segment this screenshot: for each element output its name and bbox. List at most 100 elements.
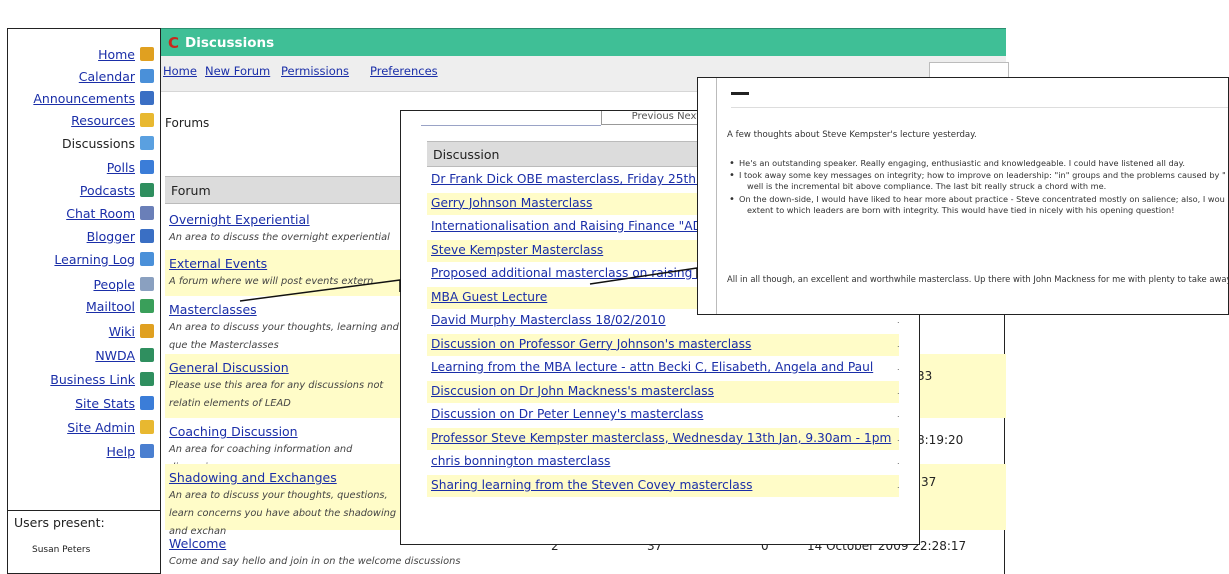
post-author-mark — [731, 92, 749, 95]
discussion-title-link[interactable]: Disccusion on Dr John Mackness's masterc… — [431, 384, 714, 398]
bar-chart-icon — [140, 160, 154, 174]
nav-item-label[interactable]: Announcements — [33, 91, 135, 106]
discussion-title-link[interactable]: Sharing learning from the Steven Covey m… — [431, 478, 752, 492]
post-body: A few thoughts about Steve Kempster's le… — [716, 78, 1228, 314]
post-bullet-continuation: well is the incremental bit above compli… — [747, 181, 1107, 191]
discussion-title-link[interactable]: Proposed additional masterclass on raisi… — [431, 266, 727, 280]
nav-item-label[interactable]: Resources — [71, 113, 135, 128]
nav-item-site-stats[interactable]: Site Stats — [75, 392, 154, 414]
nav-item-chat-room[interactable]: Chat Room — [66, 202, 154, 224]
discussion-title-link[interactable]: Steve Kempster Masterclass — [431, 243, 603, 257]
discussion-row: Sharing learning from the Steven Covey m… — [427, 474, 900, 497]
nav-item-site-admin[interactable]: Site Admin — [67, 416, 154, 438]
nav-item-label[interactable]: Podcasts — [80, 183, 135, 198]
toolbar-new-forum-link[interactable]: New Forum — [205, 64, 270, 78]
forum-description: An area to discuss the overnight experie… — [169, 232, 390, 243]
forum-title-link[interactable]: Masterclasses — [169, 302, 257, 317]
discussion-title-link[interactable]: Professor Steve Kempster masterclass, We… — [431, 431, 891, 445]
nav-item-business-link[interactable]: Business Link — [50, 368, 154, 390]
discussion-title-link[interactable]: Discussion on Dr Peter Lenney's mastercl… — [431, 407, 703, 421]
toolbar-permissions-link[interactable]: Permissions — [281, 64, 349, 78]
reload-icon[interactable]: C — [168, 34, 179, 52]
row-marker: . — [897, 480, 900, 490]
forum-title-link[interactable]: Shadowing and Exchanges — [169, 470, 337, 485]
nav-item-help[interactable]: Help — [107, 440, 154, 462]
discussion-row: Disccusion on Dr John Mackness's masterc… — [427, 380, 900, 403]
people-card-icon — [140, 277, 154, 291]
blog-icon — [140, 229, 154, 243]
discussion-row: Learning from the MBA lecture - attn Bec… — [427, 357, 900, 379]
forum-stat: 8:19:20 — [917, 433, 964, 447]
megaphone-icon — [140, 91, 154, 105]
podcast-icon — [140, 183, 154, 197]
pencil-icon — [140, 324, 154, 338]
title-bar: C Discussions — [161, 28, 1006, 56]
discussion-header-label: Discussion — [433, 147, 500, 162]
forum-title-link[interactable]: External Events — [169, 256, 267, 271]
forum-description: A forum where we will post events extern — [169, 276, 374, 287]
nav-item-nwda[interactable]: NWDA — [95, 344, 154, 366]
forum-title-link[interactable]: General Discussion — [169, 360, 289, 375]
toolbar-home-link[interactable]: Home — [163, 64, 197, 78]
nav-item-label[interactable]: Site Admin — [67, 420, 135, 435]
nav-item-label[interactable]: People — [93, 277, 135, 292]
nav-item-polls[interactable]: Polls — [107, 156, 154, 178]
discussion-title-link[interactable]: Dr Frank Dick OBE masterclass, Friday 25… — [431, 172, 726, 186]
notebook-icon — [140, 252, 154, 266]
nav-item-people[interactable]: People — [93, 273, 154, 295]
forum-title-link[interactable]: Coaching Discussion — [169, 424, 298, 439]
post-bullet-continuation: extent to which leaders are born with in… — [747, 205, 1175, 215]
nav-item-resources[interactable]: Resources — [71, 109, 154, 131]
calendar-icon — [140, 69, 154, 83]
post-bullet-line: I took away some key messages on integri… — [739, 170, 1226, 180]
nav-item-label[interactable]: Blogger — [87, 229, 135, 244]
nav-item-blogger[interactable]: Blogger — [87, 225, 154, 247]
row-marker: . — [897, 410, 900, 419]
nav-item-learning-log[interactable]: Learning Log — [54, 248, 154, 270]
post-intro: A few thoughts about Steve Kempster's le… — [727, 130, 977, 140]
discussion-title-link[interactable]: Learning from the MBA lecture - attn Bec… — [431, 360, 873, 374]
globe-icon — [140, 372, 154, 386]
forums-label: Forums — [165, 116, 210, 130]
nav-item-label[interactable]: Mailtool — [86, 299, 135, 314]
row-marker: . — [897, 339, 900, 349]
nav-item-home[interactable]: Home — [98, 43, 154, 65]
nav-item-label[interactable]: Calendar — [79, 69, 135, 84]
forum-title-link[interactable]: Overnight Experiential — [169, 212, 310, 227]
speech-bubble-icon — [140, 136, 154, 150]
discussion-title-link[interactable]: David Murphy Masterclass 18/02/2010 — [431, 313, 666, 327]
discussion-row: Professor Steve Kempster masterclass, We… — [427, 427, 900, 450]
toolbar-preferences-link[interactable]: Preferences — [370, 64, 438, 78]
user-present-name: Susan Peters — [32, 545, 91, 555]
row-marker: . — [897, 363, 900, 372]
nav-item-podcasts[interactable]: Podcasts — [80, 179, 154, 201]
nav-item-label[interactable]: Polls — [107, 160, 135, 175]
discussion-title-link[interactable]: chris bonnington masterclass — [431, 454, 610, 468]
post-bullet: On the down-side, I would have liked to … — [729, 194, 1228, 216]
forum-title-link[interactable]: Welcome — [169, 536, 226, 551]
nav-item-label[interactable]: NWDA — [95, 348, 135, 363]
post-bullet-line: He's an outstanding speaker. Really enga… — [739, 158, 1185, 168]
nav-item-calendar[interactable]: Calendar — [79, 65, 154, 87]
nav-item-wiki[interactable]: Wiki — [109, 320, 154, 342]
discussion-title-link[interactable]: Gerry Johnson Masterclass — [431, 196, 592, 210]
discussion-title-link[interactable]: Discussion on Professor Gerry Johnson's … — [431, 337, 751, 351]
nav-item-mailtool[interactable]: Mailtool — [86, 295, 154, 317]
nav-item-label[interactable]: Site Stats — [75, 396, 135, 411]
nav-item-label[interactable]: Chat Room — [66, 206, 135, 221]
discussion-title-link[interactable]: Internationalisation and Raising Finance… — [431, 219, 722, 233]
nav-item-label[interactable]: Help — [107, 444, 136, 459]
nav-item-label[interactable]: Wiki — [109, 324, 135, 339]
discussion-title-link[interactable]: MBA Guest Lecture — [431, 290, 547, 304]
nav-item-announcements[interactable]: Announcements — [33, 87, 154, 109]
post-bullet-line: On the down-side, I would have liked to … — [739, 194, 1225, 204]
forum-header-label: Forum — [171, 183, 211, 198]
nav-item-label[interactable]: Learning Log — [54, 252, 135, 267]
nav-item-label[interactable]: Home — [98, 47, 135, 62]
users-present-panel: Users present: Susan Peters — [7, 510, 160, 574]
bar-chart-icon — [140, 396, 154, 410]
nav-item-label[interactable]: Business Link — [50, 372, 135, 387]
tool-menu: Home Calendar Announcements Resources Discus… — [7, 28, 160, 510]
forum-description: An area to discuss your thoughts, learni… — [169, 322, 399, 351]
forum-description: Please use this area for any discussions… — [169, 380, 384, 409]
